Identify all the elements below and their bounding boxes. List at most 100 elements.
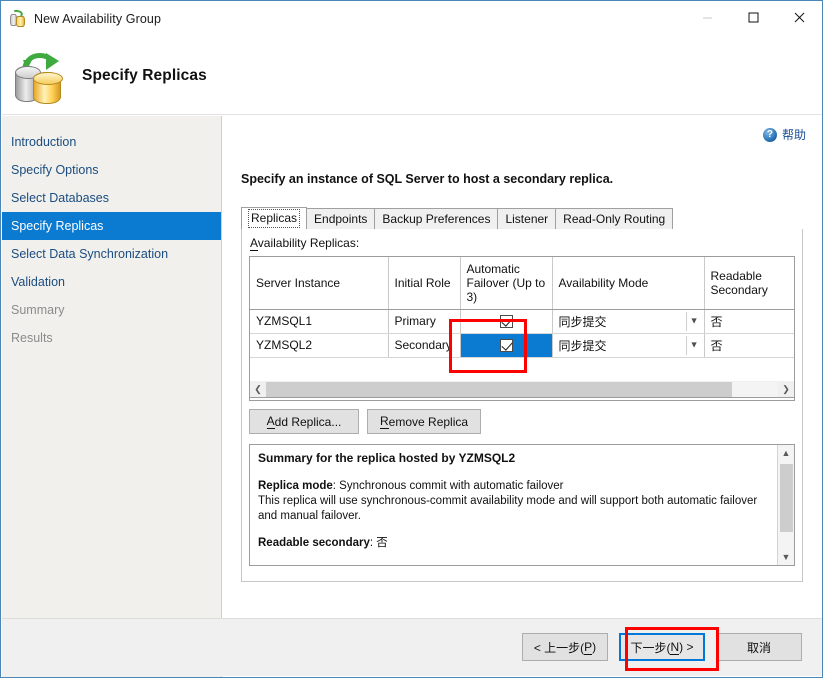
page-header: Specify Replicas xyxy=(2,37,822,115)
grid-hscroll-track[interactable] xyxy=(266,382,778,397)
title-bar: New Availability Group xyxy=(1,1,822,37)
cancel-button[interactable]: 取消 xyxy=(716,633,802,661)
close-button[interactable] xyxy=(776,1,822,33)
sidebar-item-specify-options[interactable]: Specify Options xyxy=(2,156,221,184)
sidebar-item-select-data-synchronization[interactable]: Select Data Synchronization xyxy=(2,240,221,268)
tab-listener[interactable]: Listener xyxy=(497,208,556,229)
back-label-suffix: ) xyxy=(592,640,596,654)
tab-listener-label: Listener xyxy=(505,212,548,226)
availability-replicas-label: Availability Replicas: xyxy=(250,236,359,250)
back-label-prefix: < 上一步( xyxy=(534,639,584,656)
content-panel: ? 帮助 Specify an instance of SQL Server t… xyxy=(223,116,822,678)
next-label-prefix: 下一步( xyxy=(630,639,670,656)
sidebar-item-summary: Summary xyxy=(2,296,221,324)
footer-bar: < 上一步(P) 下一步(N) > 取消 xyxy=(2,618,822,676)
tab-replicas[interactable]: Replicas xyxy=(241,207,307,229)
help-question-icon: ? xyxy=(763,128,777,142)
tab-strip: Replicas Endpoints Backup Preferences Li… xyxy=(241,208,687,230)
help-label: 帮助 xyxy=(782,126,806,143)
column-header-readable-secondary[interactable]: Readable Secondary xyxy=(704,257,795,309)
minimize-button[interactable] xyxy=(684,1,730,33)
sidebar-item-introduction[interactable]: Introduction xyxy=(2,128,221,156)
back-accesskey: P xyxy=(584,640,592,655)
summary-readable-secondary-label: Readable secondary xyxy=(258,537,370,549)
sidebar-item-validation[interactable]: Validation xyxy=(2,268,221,296)
availability-group-icon xyxy=(10,11,26,27)
add-replica-accesskey: A xyxy=(267,414,275,429)
tab-backup-preferences[interactable]: Backup Preferences xyxy=(374,208,498,229)
summary-replica-mode: Replica mode: Synchronous commit with au… xyxy=(258,479,769,494)
window-controls xyxy=(684,1,822,33)
remove-replica-button[interactable]: Remove Replica xyxy=(367,409,481,434)
scroll-down-icon[interactable]: ▼ xyxy=(778,549,794,565)
availability-replicas-grid[interactable]: Server Instance Initial Role Automatic F… xyxy=(249,256,795,401)
scroll-up-icon[interactable]: ▲ xyxy=(778,445,794,461)
grid-header-row: Server Instance Initial Role Automatic F… xyxy=(250,257,795,309)
summary-readable-secondary: Readable secondary: 否 xyxy=(258,536,769,551)
window-title: New Availability Group xyxy=(34,12,161,26)
summary-vscroll-thumb[interactable] xyxy=(780,464,793,532)
column-header-initial-role[interactable]: Initial Role xyxy=(388,257,460,309)
instruction-text: Specify an instance of SQL Server to hos… xyxy=(241,172,613,186)
scroll-right-icon[interactable]: ❯ xyxy=(778,382,794,397)
automatic-failover-checkbox[interactable] xyxy=(500,339,513,352)
tab-backup-preferences-label: Backup Preferences xyxy=(382,212,490,226)
next-label-suffix: ) > xyxy=(679,640,693,654)
cell-availability-mode[interactable]: 同步提交 ▼ xyxy=(552,333,704,357)
grid-hscroll-thumb[interactable] xyxy=(266,382,732,397)
column-header-server-instance[interactable]: Server Instance xyxy=(250,257,388,309)
new-availability-group-window: New Availability Group Specify Replicas xyxy=(0,0,823,678)
tab-replicas-label: Replicas xyxy=(248,209,300,228)
summary-replica-mode-label: Replica mode xyxy=(258,480,333,492)
summary-vertical-scrollbar[interactable]: ▲ ▼ xyxy=(777,445,794,565)
tab-read-only-routing-label: Read-Only Routing xyxy=(563,212,665,226)
maximize-button[interactable] xyxy=(730,1,776,33)
cell-readable-secondary[interactable]: 否 xyxy=(704,333,795,357)
database-replica-sync-icon xyxy=(12,48,68,104)
cell-initial-role: Secondary xyxy=(388,333,460,357)
wizard-navigation-buttons: < 上一步(P) 下一步(N) > 取消 xyxy=(522,633,802,661)
page-title: Specify Replicas xyxy=(82,67,207,85)
tab-endpoints[interactable]: Endpoints xyxy=(306,208,375,229)
availability-mode-value: 同步提交 xyxy=(559,339,607,353)
add-replica-label: dd Replica... xyxy=(275,415,342,429)
sidebar-item-results: Results xyxy=(2,324,221,352)
remove-replica-accesskey: R xyxy=(380,414,389,429)
summary-readable-secondary-value: : 否 xyxy=(370,537,388,549)
grid-horizontal-scrollbar[interactable]: ❮ ❯ xyxy=(249,381,795,398)
cell-availability-mode[interactable]: 同步提交 ▼ xyxy=(552,309,704,333)
wizard-steps-sidebar: Introduction Specify Options Select Data… xyxy=(2,116,222,678)
cell-server-instance: YZMSQL2 xyxy=(250,333,388,357)
remove-replica-label: emove Replica xyxy=(389,415,468,429)
back-button[interactable]: < 上一步(P) xyxy=(522,633,608,661)
cell-initial-role: Primary xyxy=(388,309,460,333)
add-replica-button[interactable]: Add Replica... xyxy=(249,409,359,434)
summary-replica-mode-value: : Synchronous commit with automatic fail… xyxy=(333,480,564,492)
automatic-failover-checkbox[interactable] xyxy=(500,315,513,328)
tab-endpoints-label: Endpoints xyxy=(314,212,367,226)
availability-replicas-accesskey: A xyxy=(250,236,258,251)
cell-automatic-failover[interactable] xyxy=(460,333,552,357)
column-header-automatic-failover[interactable]: Automatic Failover (Up to 3) xyxy=(460,257,552,309)
replica-summary-panel: Summary for the replica hosted by YZMSQL… xyxy=(249,444,795,566)
help-link[interactable]: ? 帮助 xyxy=(763,126,806,143)
replica-summary-content: Summary for the replica hosted by YZMSQL… xyxy=(250,445,777,565)
next-button[interactable]: 下一步(N) > xyxy=(619,633,705,661)
replica-action-buttons: Add Replica... Remove Replica xyxy=(249,409,481,434)
availability-mode-value: 同步提交 xyxy=(559,315,607,329)
cell-readable-secondary[interactable]: 否 xyxy=(704,309,795,333)
summary-heading: Summary for the replica hosted by YZMSQL… xyxy=(258,451,769,465)
cell-server-instance: YZMSQL1 xyxy=(250,309,388,333)
chevron-down-icon[interactable]: ▼ xyxy=(690,317,699,326)
tab-read-only-routing[interactable]: Read-Only Routing xyxy=(555,208,673,229)
chevron-down-icon[interactable]: ▼ xyxy=(690,341,699,350)
availability-replicas-rest: vailability Replicas: xyxy=(258,236,359,250)
cell-automatic-failover[interactable] xyxy=(460,309,552,333)
scroll-left-icon[interactable]: ❮ xyxy=(250,382,266,397)
column-header-availability-mode[interactable]: Availability Mode xyxy=(552,257,704,309)
sidebar-item-specify-replicas[interactable]: Specify Replicas xyxy=(2,212,221,240)
replicas-tab-panel: Availability Replicas: Server Instance I… xyxy=(241,229,803,582)
sidebar-item-select-databases[interactable]: Select Databases xyxy=(2,184,221,212)
table-row[interactable]: YZMSQL2 Secondary 同步提交 ▼ 否 xyxy=(250,333,795,357)
table-row[interactable]: YZMSQL1 Primary 同步提交 ▼ 否 xyxy=(250,309,795,333)
